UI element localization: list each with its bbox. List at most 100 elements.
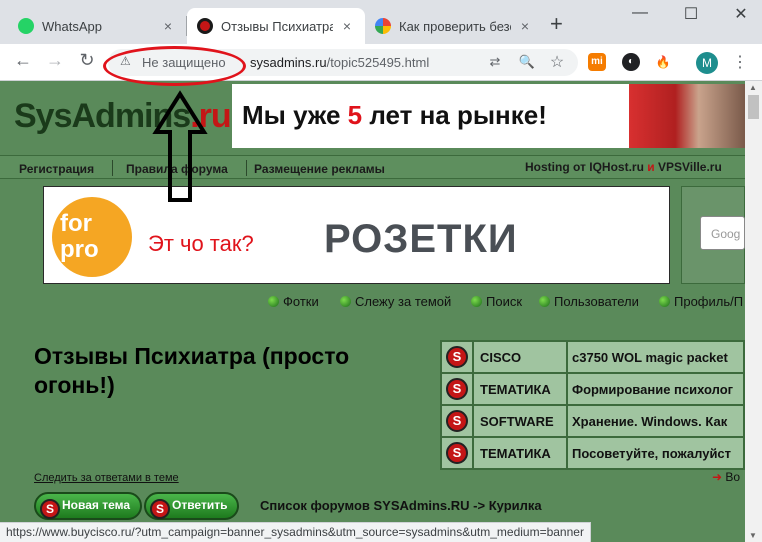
- topic-category[interactable]: ТЕМАТИКА: [472, 372, 568, 406]
- user-link-label: Пользователи: [554, 294, 639, 309]
- middle-ad-banner[interactable]: for pro Эт чо так? РОЗЕТКИ: [43, 186, 670, 284]
- banner-text-post: лет на рынке!: [362, 100, 547, 130]
- maximize-button[interactable]: ☐: [676, 4, 706, 24]
- user-link-watched[interactable]: Слежу за темой: [340, 294, 451, 309]
- browser-menu-icon[interactable]: ⋮: [732, 52, 748, 72]
- tab-whatsapp[interactable]: WhatsApp ×: [8, 8, 186, 44]
- hosting-and: и: [647, 160, 655, 174]
- page-title: Отзывы Психиатра (просто огонь!): [34, 343, 350, 398]
- new-tab-button[interactable]: +: [550, 13, 563, 35]
- green-bullet-icon: [268, 296, 279, 307]
- minimize-button[interactable]: —: [625, 4, 655, 22]
- circle-extension-icon[interactable]: ◐: [622, 53, 640, 71]
- google-icon: [375, 18, 391, 34]
- banner-brand: РОЗЕТКИ: [324, 217, 518, 261]
- close-icon[interactable]: ×: [160, 18, 176, 34]
- translate-icon[interactable]: ⇄: [486, 54, 504, 70]
- user-link-photos[interactable]: Фотки: [268, 294, 319, 309]
- breadcrumb[interactable]: Список форумов SYSAdmins.RU -> Курилка: [260, 498, 542, 513]
- reload-button[interactable]: ↻: [74, 50, 100, 71]
- s-icon: S: [40, 499, 60, 519]
- scroll-thumb[interactable]: [748, 95, 759, 119]
- more-link[interactable]: ➜ Во: [712, 470, 740, 484]
- nav-advertising-link[interactable]: Размещение рекламы: [254, 162, 385, 176]
- fire-extension-icon[interactable]: 🔥: [654, 53, 672, 71]
- page-scrollbar[interactable]: ▲ ▼: [745, 81, 762, 542]
- follow-topic-link[interactable]: Следить за ответами в теме: [34, 472, 179, 484]
- topic-icon-cell: S: [440, 404, 474, 438]
- back-button[interactable]: ←: [10, 50, 36, 71]
- iqhost-link[interactable]: Hosting от IQHost.ru: [525, 160, 644, 174]
- green-bullet-icon: [659, 296, 670, 307]
- s-icon: S: [150, 499, 170, 519]
- topic-category[interactable]: SOFTWARE: [472, 404, 568, 438]
- recent-topics-table: S CISCO c3750 WOL magic packet S ТЕМАТИК…: [440, 340, 745, 470]
- topic-icon-cell: S: [440, 436, 474, 470]
- new-topic-button[interactable]: S Новая тема: [34, 492, 143, 520]
- tab-active-topic[interactable]: Отзывы Психиатра ( ×: [187, 8, 365, 44]
- scroll-down-icon[interactable]: ▼: [749, 531, 757, 540]
- browser-titlebar: WhatsApp × Отзывы Психиатра ( × Как пров…: [0, 0, 762, 44]
- nav-registration-link[interactable]: Регистрация: [19, 162, 94, 176]
- site-navbar: Регистрация Правила форума Размещение ре…: [0, 155, 745, 179]
- nav-divider: [246, 160, 247, 176]
- mi-extension-icon[interactable]: mi: [588, 53, 606, 71]
- nav-divider: [112, 160, 113, 176]
- close-icon[interactable]: ×: [339, 18, 355, 34]
- url-text[interactable]: sysadmins.ru/topic525495.html: [250, 55, 429, 70]
- green-bullet-icon: [340, 296, 351, 307]
- vpsville-link[interactable]: VPSVille.ru: [658, 160, 722, 174]
- user-link-users[interactable]: Пользователи: [539, 294, 639, 309]
- arrow-right-icon: ➜: [712, 470, 723, 484]
- forward-button[interactable]: →: [42, 50, 68, 71]
- tab-title: WhatsApp: [42, 18, 102, 34]
- topic-category[interactable]: ТЕМАТИКА: [472, 436, 568, 470]
- user-link-label: Поиск: [486, 294, 523, 309]
- table-row[interactable]: S ТЕМАТИКА Формирование психолог: [440, 372, 745, 406]
- zoom-icon[interactable]: 🔍: [518, 54, 536, 70]
- user-link-label: Фотки: [283, 294, 319, 309]
- table-row[interactable]: S CISCO c3750 WOL magic packet: [440, 340, 745, 374]
- user-link-label: Слежу за темой: [355, 294, 452, 309]
- topic-icon-cell: S: [440, 372, 474, 406]
- more-link-label: Во: [725, 470, 741, 484]
- s-icon: S: [446, 346, 468, 368]
- banner-text-number: 5: [347, 100, 363, 130]
- reply-button[interactable]: S Ответить: [144, 492, 240, 520]
- topic-link[interactable]: Формирование психолог: [566, 372, 745, 406]
- table-row[interactable]: S ТЕМАТИКА Посоветуйте, пожалуйст: [440, 436, 745, 470]
- banner-question: Эт чо так?: [148, 231, 254, 256]
- user-link-label: Профиль/П: [674, 294, 744, 309]
- forpro-logo: for pro: [52, 197, 132, 277]
- url-host: sysadmins.ru: [250, 55, 327, 70]
- profile-avatar[interactable]: M: [696, 52, 718, 74]
- sysadmins-favicon-icon: [197, 18, 213, 34]
- google-search-input[interactable]: Goog: [700, 216, 745, 250]
- green-bullet-icon: [471, 296, 482, 307]
- bookmark-star-icon[interactable]: ☆: [548, 52, 566, 72]
- green-bullet-icon: [539, 296, 550, 307]
- table-row[interactable]: S SOFTWARE Хранение. Windows. Как: [440, 404, 745, 438]
- tab-security-check[interactable]: Как проверить безо ×: [365, 8, 543, 44]
- banner-text-pre: Мы уже: [242, 100, 348, 130]
- red-highlight-ellipse: [103, 46, 246, 86]
- button-label: Новая тема: [62, 498, 131, 512]
- scroll-up-icon[interactable]: ▲: [749, 83, 757, 92]
- close-icon[interactable]: ×: [517, 18, 533, 34]
- user-link-profile[interactable]: Профиль/П: [659, 294, 743, 309]
- topic-link[interactable]: Хранение. Windows. Как: [566, 404, 745, 438]
- close-window-button[interactable]: ✕: [726, 4, 756, 24]
- topic-category[interactable]: CISCO: [472, 340, 568, 374]
- banner-portrait-image: [629, 84, 745, 148]
- topic-link[interactable]: c3750 WOL magic packet: [566, 340, 745, 374]
- top-ad-banner[interactable]: Мы уже 5 лет на рынке!: [232, 84, 745, 148]
- s-icon: S: [446, 442, 468, 464]
- banner-top-text: Мы уже 5 лет на рынке!: [242, 100, 547, 131]
- tab-title: Как проверить безо: [399, 18, 511, 34]
- button-label: Ответить: [172, 498, 228, 512]
- url-path: /topic525495.html: [326, 55, 430, 70]
- hosting-links: Hosting от IQHost.ru и VPSVille.ru: [525, 160, 722, 174]
- s-icon: S: [446, 410, 468, 432]
- topic-link[interactable]: Посоветуйте, пожалуйст: [566, 436, 745, 470]
- user-link-search[interactable]: Поиск: [471, 294, 522, 309]
